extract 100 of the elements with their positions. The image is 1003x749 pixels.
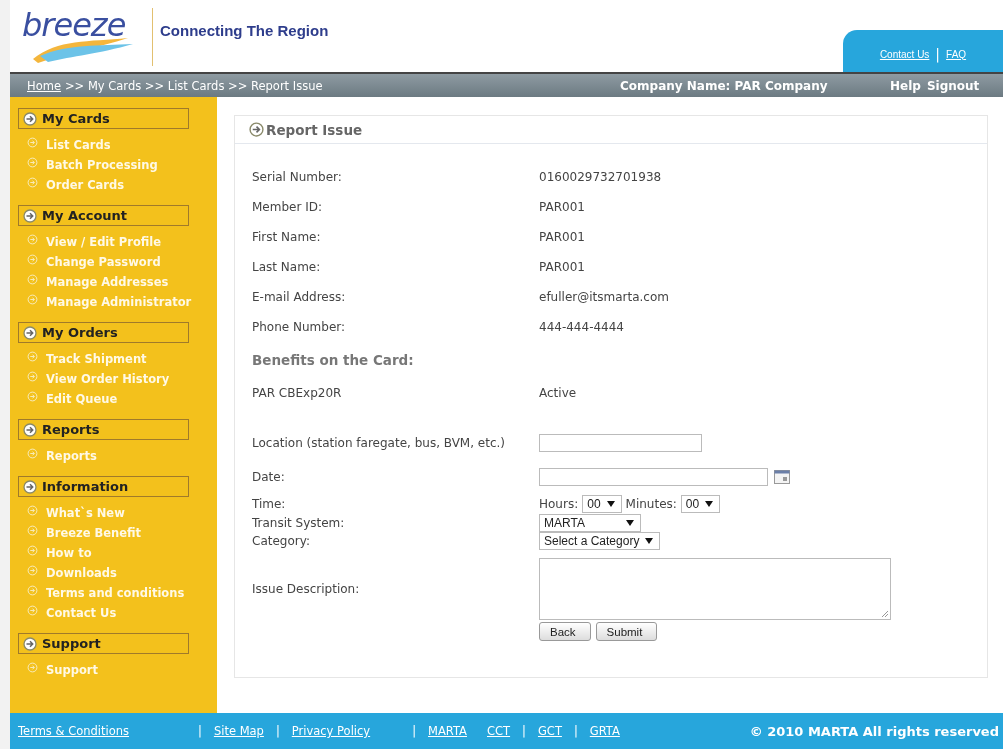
date-field[interactable] — [539, 468, 768, 486]
footer-link[interactable]: Privacy Policy — [291, 724, 371, 738]
field-value: 0160029732701938 — [539, 169, 663, 186]
section-header[interactable]: Information — [18, 476, 189, 497]
sidebar-link[interactable]: Manage Addresses — [46, 275, 169, 289]
section-title: My Cards — [42, 111, 110, 126]
header-link[interactable]: Contact Us — [879, 48, 930, 60]
section-title: Support — [42, 636, 101, 651]
caret-icon — [626, 520, 634, 526]
sidebar-link[interactable]: Support — [46, 663, 98, 677]
section-title: My Account — [42, 208, 128, 223]
bullet-icon — [27, 661, 38, 673]
sidebar-link[interactable]: Edit Queue — [46, 392, 118, 406]
sidebar-link[interactable]: Contact Us — [46, 606, 117, 620]
section-title: Information — [42, 479, 129, 494]
field-label: PAR CBExp20R — [252, 385, 343, 402]
bullet-icon — [27, 544, 38, 556]
footer-link[interactable]: MARTA — [428, 724, 467, 738]
field-label: Issue Description: — [252, 582, 361, 596]
dropdown[interactable]: 00 — [680, 495, 721, 513]
field-label: First Name: — [252, 229, 322, 246]
section-header[interactable]: My Cards — [18, 108, 189, 129]
sidebar-link[interactable]: How to — [46, 546, 92, 560]
header-link[interactable]: FAQ — [946, 48, 967, 60]
field-label: Location (station faregate, bus, BVM, etc.) — [252, 435, 507, 452]
calendar-icon[interactable] — [774, 470, 790, 484]
bullet-icon — [27, 176, 38, 188]
caret-icon — [606, 501, 615, 507]
separator: | — [522, 724, 526, 738]
caret-icon — [645, 538, 654, 544]
bullet-icon — [27, 370, 38, 382]
home-link[interactable]: Home — [27, 78, 61, 93]
field-label: Minutes: — [625, 497, 677, 511]
header-link[interactable]: Help — [890, 78, 921, 93]
sidebar-link[interactable]: What`s New — [46, 506, 125, 520]
sidebar-link[interactable]: Breeze Benefit — [46, 526, 142, 540]
bullet-icon — [27, 504, 38, 516]
sidebar-link[interactable]: Terms and conditions — [46, 586, 185, 600]
bullet-icon — [27, 273, 38, 285]
sidebar-link[interactable]: Batch Processing — [46, 158, 158, 172]
section-title: Reports — [42, 422, 100, 437]
arrow-icon — [249, 122, 264, 137]
field-value: PAR001 — [539, 229, 586, 246]
panel-title: Report Issue — [266, 121, 363, 138]
footer-link[interactable]: CCT — [487, 724, 511, 738]
logo: breeze — [22, 6, 126, 44]
bullet-icon — [27, 293, 38, 305]
bullet-icon — [27, 447, 38, 459]
bullet-icon — [27, 156, 38, 168]
sidebar-link[interactable]: Manage Administrator — [46, 295, 192, 309]
footer-link[interactable]: GCT — [537, 724, 562, 738]
footer-link[interactable]: Site Map — [213, 724, 264, 738]
section-header[interactable]: My Account — [18, 205, 189, 226]
section-heading: Benefits on the Card: — [252, 351, 415, 370]
separator: | — [935, 46, 941, 62]
form-button[interactable]: Submit — [595, 622, 658, 641]
separator: | — [412, 724, 417, 738]
field-label: Phone Number: — [252, 319, 347, 336]
section-header[interactable]: My Orders — [18, 322, 189, 343]
text-area[interactable] — [539, 558, 891, 620]
section-header[interactable]: Reports — [18, 419, 189, 440]
field-value: efuller@itsmarta.com — [539, 289, 670, 306]
sidebar-link[interactable]: Track Shipment — [46, 352, 147, 366]
field-label: Last Name: — [252, 259, 322, 276]
sidebar-link[interactable]: Order Cards — [46, 178, 125, 192]
bullet-icon — [27, 604, 38, 616]
input-field[interactable] — [539, 434, 702, 452]
bullet-icon — [27, 524, 38, 536]
caret-icon — [705, 501, 714, 507]
dropdown[interactable]: 00 — [582, 495, 622, 513]
dropdown[interactable]: Select a Category — [539, 532, 661, 550]
field-label: Date: — [252, 469, 286, 486]
breadcrumb-trail: >> My Cards >> List Cards >> Report Issue — [64, 78, 323, 93]
bullet-icon — [27, 136, 38, 148]
field-label: Hours: — [539, 497, 579, 511]
form-button[interactable]: Back — [539, 622, 591, 641]
footer-link[interactable]: GRTA — [589, 724, 620, 738]
sidebar-link[interactable]: View / Edit Profile — [46, 235, 162, 249]
sidebar-link[interactable]: Reports — [46, 449, 97, 463]
sidebar-link[interactable]: List Cards — [46, 138, 111, 152]
field-label: Time: — [252, 496, 287, 513]
field-label: E-mail Address: — [252, 289, 347, 306]
field-label: Member ID: — [252, 199, 323, 216]
section-header[interactable]: Support — [18, 633, 189, 654]
resize-icon — [881, 610, 889, 618]
copyright: © 2010 MARTA All rights reserved — [749, 723, 999, 739]
field-value: 444-444-4444 — [539, 319, 625, 336]
footer-link[interactable]: Terms & Conditions — [18, 724, 129, 738]
section-title: My Orders — [42, 325, 118, 340]
bullet-icon — [27, 390, 38, 402]
sidebar-link[interactable]: Change Password — [46, 255, 161, 269]
sidebar-link[interactable]: Downloads — [46, 566, 117, 580]
bullet-icon — [27, 584, 38, 596]
field-label: Serial Number: — [252, 169, 343, 186]
sidebar-link[interactable]: View Order History — [46, 372, 170, 386]
bullet-icon — [27, 233, 38, 245]
field-label: Transit System: — [252, 515, 346, 532]
header-link[interactable]: Signout — [926, 78, 980, 93]
dropdown[interactable]: MARTA — [539, 514, 641, 532]
bullet-icon — [27, 350, 38, 362]
